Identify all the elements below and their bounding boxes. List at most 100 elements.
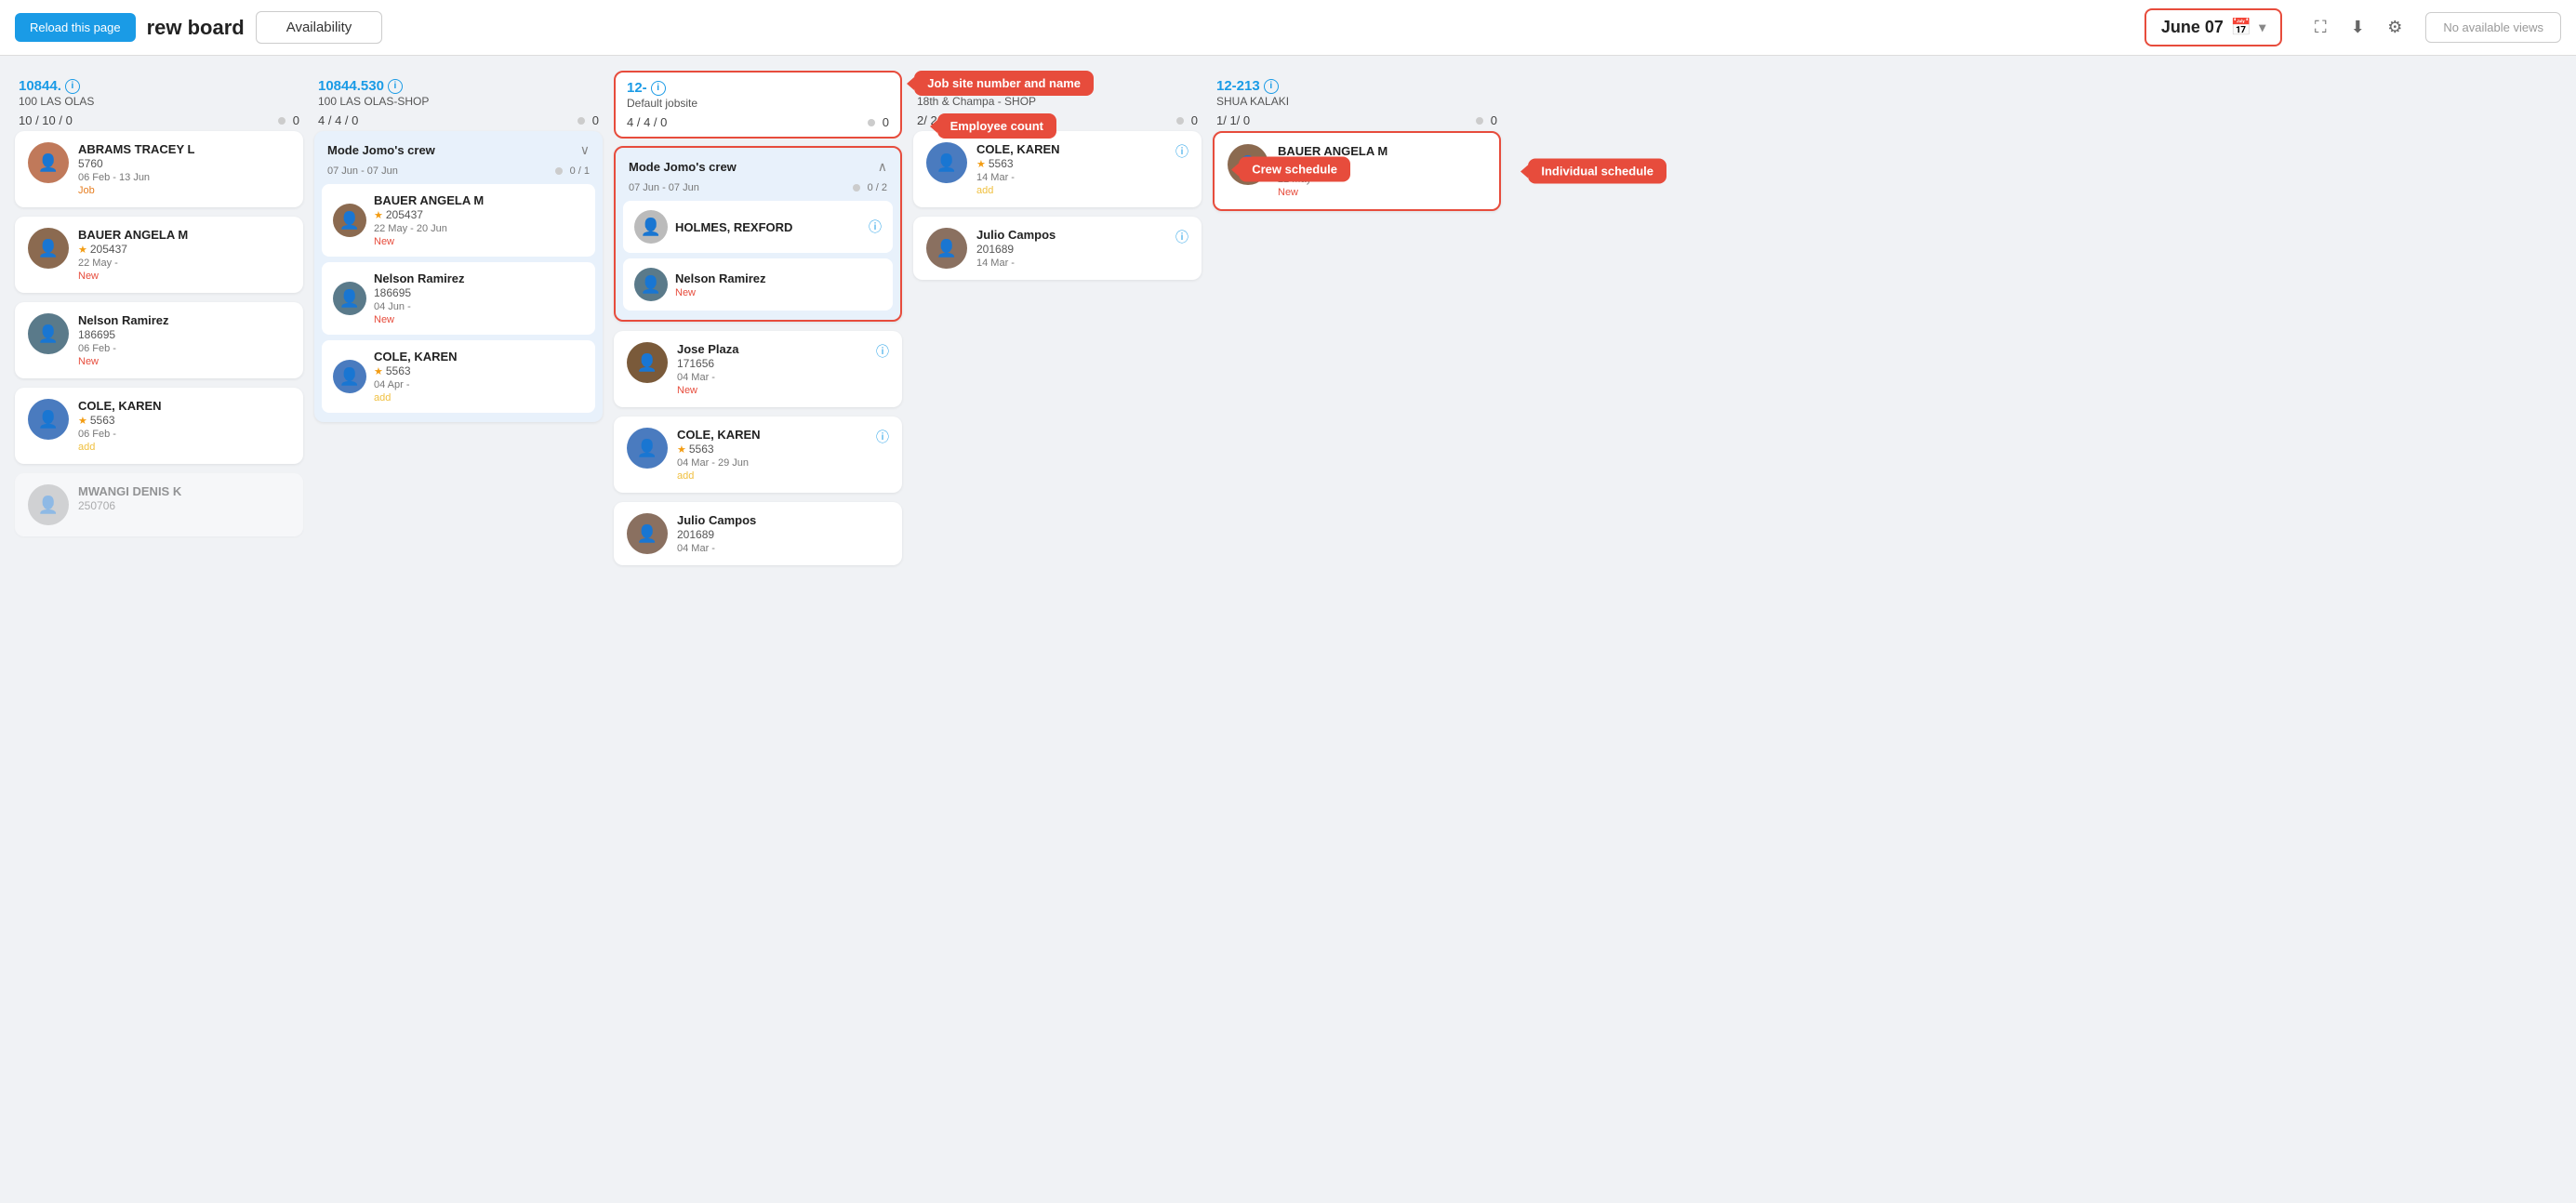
employee-card-bauer-col1: 👤 BAUER ANGELA M ★205437 22 May - New [15,217,303,293]
emp-status-cole-col1: add [78,442,290,453]
dot-icon [868,119,875,126]
main-content: 10844. i 100 LAS OLAS 10 / 10 / 0 0 👤 AB… [0,56,2576,1203]
info-icon-joseplaza[interactable]: ⓘ [876,342,889,361]
empcount-annotation: Employee count [937,113,1056,139]
employee-card-mwangi: 👤 MWANGI DENIS K 250706 [15,473,303,536]
info-icon-cole-col3[interactable]: ⓘ [876,428,889,446]
reload-button[interactable]: Reload this page [15,13,136,42]
date-picker-wrapper: Date picker June 07 📅 ▾ [2144,8,2283,46]
availability-button[interactable]: Availability [256,11,383,44]
dot-icon [853,184,860,192]
star-icon: ★ [78,415,87,427]
avatar-nelson-col3: 👤 [634,268,668,301]
job-name-10844: 100 LAS OLAS [19,95,299,108]
info-icon-holmes[interactable]: ⓘ [869,218,882,236]
emp-dates-abrams: 06 Feb - 13 Jun [78,172,290,183]
col-counts-10844: 10 / 10 / 0 0 [19,113,299,127]
calendar-icon[interactable]: 📅 [2231,18,2251,37]
crew-emp-info-bauer: BAUER ANGELA M ★205437 22 May - 20 Jun N… [374,193,584,247]
job-name-12213: SHUA KALAKI [1216,95,1497,108]
fullscreen-icon[interactable]: ⛶ [2308,16,2332,40]
individual-schedule-annotation: Individual schedule [1528,159,1666,184]
emp-id-nelson-col1: 186695 [78,328,290,341]
info-icon-12213[interactable]: i [1264,79,1279,94]
avatar-mwangi: 👤 [28,484,69,525]
views-button[interactable]: No available views [2425,12,2561,43]
col-header-12: 12- i Job site number and name Default j… [614,71,902,139]
employee-card-abrams: 👤 ABRAMS TRACEY L 5760 06 Feb - 13 Jun J… [15,131,303,207]
emp-info-bauer-col1: BAUER ANGELA M ★205437 22 May - New [78,228,290,282]
crew-dates-col2: 07 Jun - 07 Jun 0 / 1 [314,165,603,184]
job-number-12: 12- i Job site number and name [627,80,889,96]
emp-status-nelson-col1: New [78,356,290,367]
info-icon-julio-col4[interactable]: ⓘ [1175,228,1188,246]
crew-member-nelson-col3: 👤 Nelson Ramirez New [623,258,893,311]
employee-card-cole-col4: 👤 COLE, KAREN ★5563 14 Mar - add ⓘ Crew … [913,131,1202,207]
col-counts-12: 4 / 4 / 0 0 Employee count [627,115,889,129]
column-12: 12- i Job site number and name Default j… [614,71,902,1188]
emp-id-bauer-col1: ★205437 [78,243,290,256]
date-label: June 07 [2161,18,2224,37]
avatar-cole-col1: 👤 [28,399,69,440]
employee-card-joseplaza: 👤 Jose Plaza 171656 04 Mar - New ⓘ [614,331,902,407]
crew-chevron-col2[interactable]: ∨ [580,142,590,158]
emp-status-abrams: Job [78,185,290,196]
dot-icon [1476,117,1483,125]
emp-id-mwangi: 250706 [78,499,290,512]
header-annotations-12: 12- i Job site number and name Default j… [627,80,889,129]
emp-name-bauer-col1: BAUER ANGELA M [78,228,290,242]
col-counts-10844530: 4 / 4 / 0 0 [318,113,599,127]
info-icon-12[interactable]: i [651,81,666,96]
avatar-abrams: 👤 [28,142,69,183]
star-icon: ★ [976,158,986,170]
crew-emp-info-cole: COLE, KAREN ★5563 04 Apr - add [374,350,584,403]
emp-id-cole-col1: ★5563 [78,414,290,427]
crew-member-cole-col2: 👤 COLE, KAREN ★5563 04 Apr - add [322,340,595,413]
avatar-cole-crew: 👤 [333,360,366,393]
star-icon: ★ [677,443,686,456]
crew-emp-info-nelson: Nelson Ramirez 186695 04 Jun - New [374,271,584,325]
crew-members-col3: 👤 HOLMES, REXFORD ⓘ 👤 Nelson Ramirez New [616,201,900,320]
crew-block-col3: Mode Jomo's crew ∧ 07 Jun - 07 Jun 0 / 2… [614,146,902,322]
employee-card-julio-col4: 👤 Julio Campos 201689 14 Mar - ⓘ [913,217,1202,280]
emp-info-mwangi: MWANGI DENIS K 250706 [78,484,290,512]
col-header-10844530: 10844.530 i 100 LAS OLAS-SHOP 4 / 4 / 0 … [314,71,603,131]
employee-card-julio-col3: 👤 Julio Campos 201689 04 Mar - [614,502,902,565]
job-number-10844: 10844. i [19,78,299,94]
emp-info-cole-col1: COLE, KAREN ★5563 06 Feb - add [78,399,290,453]
employee-card-nelson-col1: 👤 Nelson Ramirez 186695 06 Feb - New [15,302,303,378]
avatar-bauer-crew: 👤 [333,204,366,237]
date-picker-button[interactable]: June 07 📅 ▾ [2144,8,2283,46]
info-icon-10844530[interactable]: i [388,79,403,94]
top-bar: Reload this page rew board Availability … [0,0,2576,56]
column-10844530: 10844.530 i 100 LAS OLAS-SHOP 4 / 4 / 0 … [314,71,603,1188]
emp-name-mwangi: MWANGI DENIS K [78,484,290,498]
avatar-holmes: 👤 [634,210,668,244]
emp-name-cole-col1: COLE, KAREN [78,399,290,413]
emp-name-nelson-col1: Nelson Ramirez [78,313,290,327]
crew-member-nelson-col2: 👤 Nelson Ramirez 186695 04 Jun - New [322,262,595,335]
job-name-12: Default jobsite [627,97,889,110]
crew-chevron-col3[interactable]: ∧ [878,159,887,175]
info-icon-cole-col4[interactable]: ⓘ [1175,142,1188,161]
employee-card-cole-col1: 👤 COLE, KAREN ★5563 06 Feb - add [15,388,303,464]
emp-id-abrams: 5760 [78,157,290,170]
emp-info-abrams: ABRAMS TRACEY L 5760 06 Feb - 13 Jun Job [78,142,290,196]
crew-emp-info-holmes: HOLMES, REXFORD [675,220,861,234]
avatar-cole-col4: 👤 [926,142,967,183]
settings-icon[interactable]: ⚙ [2383,16,2407,40]
crew-member-holmes: 👤 HOLMES, REXFORD ⓘ [623,201,893,253]
info-icon-10844[interactable]: i [65,79,80,94]
crew-count-col2: 0 / 1 [555,165,590,177]
download-icon[interactable]: ⬇ [2345,16,2370,40]
col-counts-12213: 1/ 1/ 0 0 [1216,113,1497,127]
crew-emp-info-nelson-col3: Nelson Ramirez New [675,271,882,298]
crew-header-col3: Mode Jomo's crew ∧ [616,148,900,182]
star-icon: ★ [374,209,383,221]
crew-block-col2: Mode Jomo's crew ∨ 07 Jun - 07 Jun 0 / 1… [314,131,603,422]
chevron-down-icon[interactable]: ▾ [2259,20,2265,35]
avatar-bauer-col1: 👤 [28,228,69,269]
col-header-10844: 10844. i 100 LAS OLAS 10 / 10 / 0 0 [15,71,303,131]
dot-icon [278,117,285,125]
avatar-julio-col3: 👤 [627,513,668,554]
